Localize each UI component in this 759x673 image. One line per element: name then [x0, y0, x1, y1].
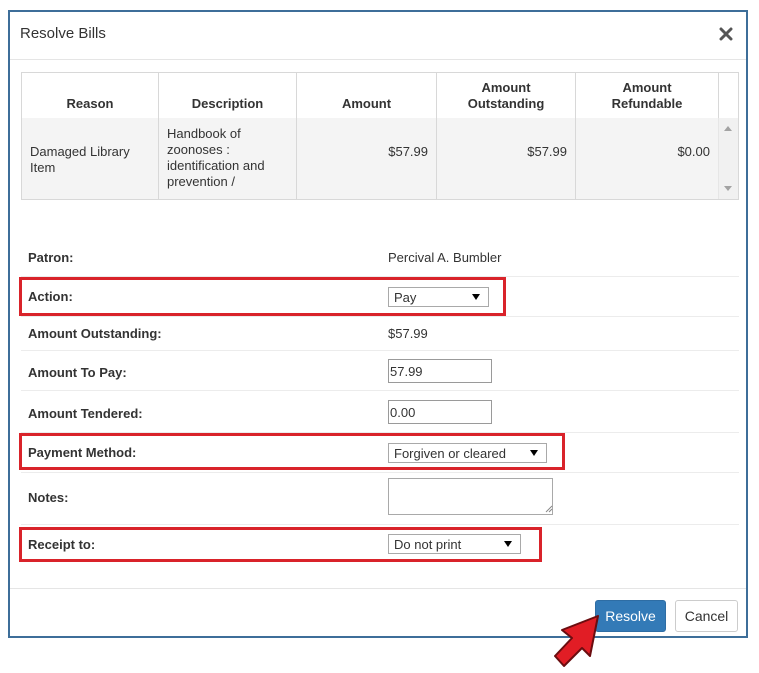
cell-description: Handbook of zoonoses : identification an…: [159, 118, 297, 199]
action-label: Action:: [28, 289, 73, 304]
receipt-to-label: Receipt to:: [28, 537, 96, 552]
amount-tendered-input[interactable]: [388, 400, 492, 424]
resize-grip-icon[interactable]: [545, 505, 553, 513]
amount-outstanding-row: Amount Outstanding: $57.99: [21, 316, 739, 350]
amount-outstanding-label: Amount Outstanding:: [28, 326, 162, 341]
cell-amount-refundable: $0.00: [677, 144, 710, 159]
resolve-bills-dialog: Resolve Bills Reason Description Amount …: [8, 10, 748, 638]
notes-row: Notes:: [21, 472, 739, 524]
amount-tendered-label: Amount Tendered:: [28, 406, 143, 421]
table-row[interactable]: Damaged Library Item Handbook of zoonose…: [22, 118, 738, 199]
amount-tendered-row: Amount Tendered:: [21, 390, 739, 432]
table-header: Reason Description Amount Amount Outstan…: [22, 73, 738, 119]
column-header-amount[interactable]: Amount: [297, 73, 437, 118]
scroll-up-arrow-icon[interactable]: [724, 126, 732, 131]
action-selected-value: Pay: [394, 290, 417, 305]
bills-table: Reason Description Amount Amount Outstan…: [21, 72, 739, 200]
column-header-description[interactable]: Description: [159, 73, 297, 118]
dialog-header: Resolve Bills: [10, 12, 746, 60]
patron-value: Percival A. Bumbler: [388, 250, 502, 265]
payment-method-row: Payment Method: Forgiven or cleared: [21, 432, 739, 472]
column-header-amount-outstanding[interactable]: Amount Outstanding: [437, 73, 576, 118]
dialog-title: Resolve Bills: [20, 25, 106, 42]
chevron-down-icon: [472, 294, 480, 300]
cell-amount-outstanding: $57.99: [437, 118, 576, 199]
pointer-arrow-icon: [554, 615, 599, 667]
patron-label: Patron:: [28, 250, 74, 265]
payment-method-selected-value: Forgiven or cleared: [394, 446, 506, 461]
payment-method-select[interactable]: Forgiven or cleared: [388, 443, 547, 463]
dialog-footer: Resolve Cancel: [10, 588, 746, 636]
notes-textarea[interactable]: [388, 478, 553, 515]
header-scroll-spacer: [718, 73, 738, 118]
action-select[interactable]: Pay: [388, 287, 489, 307]
amount-to-pay-label: Amount To Pay:: [28, 365, 127, 380]
receipt-to-select[interactable]: Do not print: [388, 534, 521, 554]
action-row: Action: Pay: [21, 276, 739, 316]
amount-to-pay-input[interactable]: [388, 359, 492, 383]
amount-outstanding-value: $57.99: [388, 326, 428, 341]
receipt-to-row: Receipt to: Do not print: [21, 524, 739, 564]
chevron-down-icon: [530, 450, 538, 456]
column-header-reason[interactable]: Reason: [22, 73, 159, 118]
resolve-button[interactable]: Resolve: [595, 600, 666, 632]
payment-method-label: Payment Method:: [28, 445, 137, 460]
cell-reason: Damaged Library Item: [22, 118, 159, 199]
cell-amount: $57.99: [297, 118, 437, 199]
close-icon: [719, 27, 733, 41]
table-scrollbar[interactable]: [718, 118, 738, 199]
scroll-down-arrow-icon[interactable]: [724, 186, 732, 191]
notes-label: Notes:: [28, 490, 69, 505]
amount-to-pay-row: Amount To Pay:: [21, 350, 739, 390]
chevron-down-icon: [504, 541, 512, 547]
cancel-button[interactable]: Cancel: [675, 600, 738, 632]
receipt-to-selected-value: Do not print: [394, 537, 462, 552]
close-button[interactable]: [716, 22, 736, 44]
patron-row: Patron: Percival A. Bumbler: [21, 244, 739, 276]
column-header-amount-refundable[interactable]: Amount Refundable: [576, 73, 718, 118]
